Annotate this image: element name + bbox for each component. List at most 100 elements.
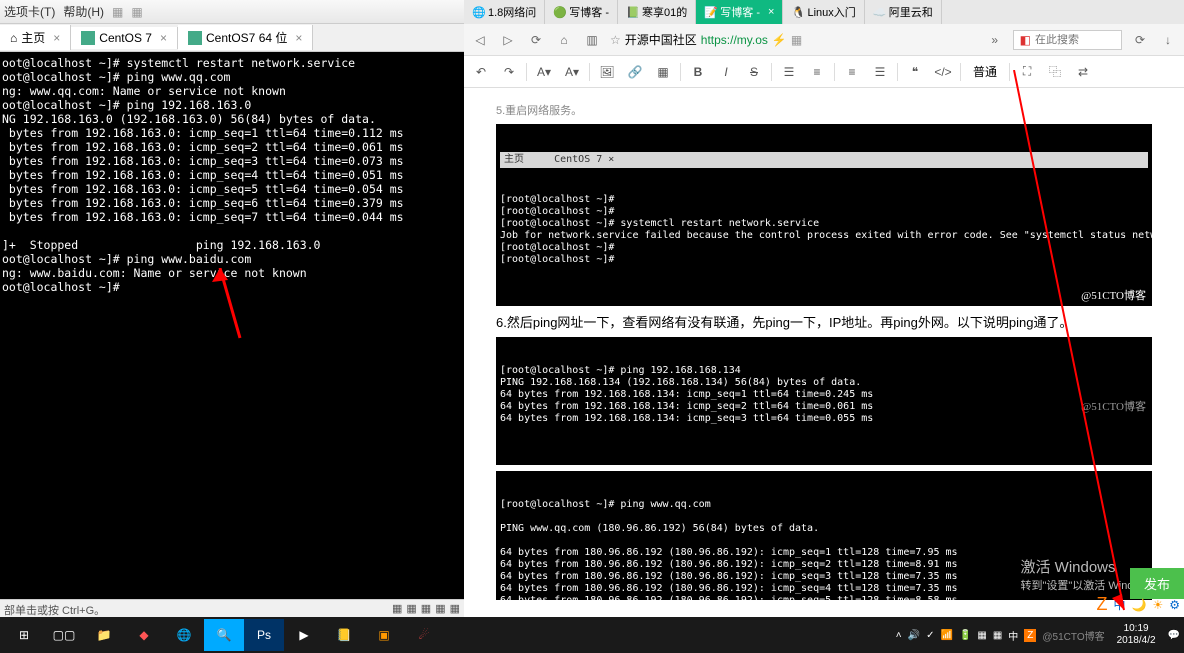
favicon-icon: 📝 — [704, 6, 716, 18]
copy-button[interactable]: ⿻ — [1044, 61, 1066, 83]
menu-disabled-icon: ▦ — [131, 5, 142, 19]
editor-content[interactable]: 5.重启网络服务。 主页 CentOS 7 × [root@localhost … — [464, 88, 1184, 600]
terminal-output[interactable]: oot@localhost ~]# systemctl restart netw… — [0, 52, 464, 600]
battery-icon[interactable]: 🔋 — [959, 630, 971, 641]
settings-icon[interactable]: ⚙ — [1169, 598, 1180, 612]
fullscreen-button[interactable]: ⛶ — [1016, 61, 1038, 83]
tray-icon[interactable]: ▦ — [977, 630, 986, 641]
editor-toolbar: ↶ ↷ A▾ A▾ 🖼 🔗 ▦ B I S ☰ ≡ ≡ ☰ ❝ </> 普通 ⛶… — [464, 56, 1184, 88]
home-button[interactable]: ⌂ — [554, 30, 574, 50]
status-bar: 部单击或按 Ctrl+G。 ▦ ▦ ▦ ▦ ▦ — [0, 599, 464, 617]
vm-icon[interactable]: ▣ — [364, 619, 404, 651]
menu-button[interactable]: ⟳ — [1130, 30, 1150, 50]
notes-icon[interactable]: 📒 — [324, 619, 364, 651]
media-icon[interactable]: ▶ — [284, 619, 324, 651]
status-icon[interactable]: ▦ — [450, 602, 460, 615]
status-icon[interactable]: ▦ — [406, 602, 416, 615]
red-arrow-annotation — [170, 268, 260, 358]
chrome-icon[interactable]: 🌐 — [164, 619, 204, 651]
system-tray: ˄ 🔊 ✓ 📶 🔋 ▦ ▦ 中 Z @51CTO博客 10:19 2018/4/… — [896, 623, 1180, 647]
align-button[interactable]: ☰ — [869, 61, 891, 83]
home-icon: ⌂ — [10, 31, 17, 45]
italic-button[interactable]: I — [715, 61, 737, 83]
browser-tab-strip: 🌐1.8网络问 🟢写博客 - 📗寒享01的 📝写博客 -× 🐧Linux入门 ☁… — [464, 0, 1184, 24]
qrcode-icon[interactable]: ▦ — [791, 33, 802, 47]
terminal-tab[interactable]: CentOS 7× — [71, 27, 178, 49]
favicon-icon: 🐧 — [791, 6, 803, 18]
url-field[interactable]: ☆ 开源中国社区 https://my.os ⚡ ▦ — [610, 31, 977, 48]
browser-icon[interactable]: 🔍 — [204, 619, 244, 651]
align-button[interactable]: ≡ — [841, 61, 863, 83]
tray-icon[interactable]: ✓ — [926, 630, 934, 641]
status-icon[interactable]: ▦ — [435, 602, 445, 615]
lightning-icon: ⚡ — [772, 33, 787, 47]
ime-icon[interactable]: 中 — [1008, 628, 1018, 643]
tray-chevron-icon[interactable]: ˄ — [896, 630, 902, 641]
bold-button[interactable]: B — [687, 61, 709, 83]
more-button[interactable]: ⇄ — [1072, 61, 1094, 83]
explorer-icon[interactable]: 📁 — [84, 619, 124, 651]
tray-app-icon[interactable]: Z — [1024, 629, 1036, 642]
browser-tab[interactable]: 🟢写博客 - — [545, 0, 618, 24]
close-icon[interactable]: × — [295, 31, 302, 45]
reader-button[interactable]: ▥ — [582, 30, 602, 50]
watermark-text: @51CTO博客 — [1042, 628, 1104, 643]
close-icon[interactable]: × — [768, 6, 774, 18]
editor-pane: ↶ ↷ A▾ A▾ 🖼 🔗 ▦ B I S ☰ ≡ ≡ ☰ ❝ </> 普通 ⛶… — [464, 56, 1184, 600]
status-icon[interactable]: ▦ — [392, 602, 402, 615]
close-icon[interactable]: × — [160, 31, 167, 45]
bg-color-button[interactable]: A▾ — [561, 61, 583, 83]
mode-dropdown[interactable]: 普通 — [967, 61, 1003, 82]
sun-icon[interactable]: ☀ — [1152, 598, 1163, 612]
ime-badge[interactable]: 中 — [1114, 596, 1126, 613]
clock[interactable]: 10:19 2018/4/2 — [1111, 623, 1162, 647]
menu-help[interactable]: 帮助(H) — [63, 3, 104, 20]
link-button[interactable]: 🔗 — [624, 61, 646, 83]
app-icon[interactable]: ☄ — [404, 619, 444, 651]
app-icon[interactable]: Z — [1097, 594, 1108, 615]
search-engine-icon[interactable]: ◧ — [1020, 33, 1031, 47]
browser-tab-active[interactable]: 📝写博客 -× — [696, 0, 783, 24]
star-icon[interactable]: ☆ — [610, 33, 621, 47]
terminal-tab[interactable]: CentOS7 64 位× — [178, 25, 313, 50]
browser-tab[interactable]: 📗寒享01的 — [618, 0, 696, 24]
float-sidebar: Z 中 🌙 ☀ ⚙ — [1097, 594, 1181, 615]
wifi-icon[interactable]: 📶 — [940, 630, 952, 641]
status-icon[interactable]: ▦ — [421, 602, 431, 615]
table-button[interactable]: ▦ — [652, 61, 674, 83]
status-text: 部单击或按 Ctrl+G。 — [4, 602, 105, 615]
search-input[interactable] — [1035, 34, 1115, 46]
dingtalk-icon[interactable]: ◆ — [124, 619, 164, 651]
moon-icon[interactable]: 🌙 — [1132, 598, 1147, 612]
quote-button[interactable]: ❝ — [904, 61, 926, 83]
strike-button[interactable]: S — [743, 61, 765, 83]
volume-icon[interactable]: 🔊 — [908, 630, 920, 641]
menu-options[interactable]: 选项卡(T) — [4, 3, 55, 20]
back-button[interactable]: ◁ — [470, 30, 490, 50]
photoshop-icon[interactable]: Ps — [244, 619, 284, 651]
download-button[interactable]: ↓ — [1158, 30, 1178, 50]
url-label: 开源中国社区 — [625, 31, 697, 48]
terminal-tab-home[interactable]: ⌂主页× — [0, 25, 71, 50]
font-color-button[interactable]: A▾ — [533, 61, 555, 83]
search-box[interactable]: ◧ — [1013, 30, 1122, 50]
tray-icon[interactable]: ▦ — [993, 630, 1002, 641]
code-button[interactable]: </> — [932, 61, 954, 83]
browser-tab[interactable]: 🌐1.8网络问 — [464, 0, 545, 24]
notifications-icon[interactable]: 💬 — [1168, 630, 1180, 641]
extension-button[interactable]: » — [985, 30, 1005, 50]
olist-button[interactable]: ≡ — [806, 61, 828, 83]
browser-tab[interactable]: ☁️阿里云和 — [865, 0, 942, 24]
task-view-button[interactable]: ▢▢ — [44, 619, 84, 651]
undo-button[interactable]: ↶ — [470, 61, 492, 83]
refresh-button[interactable]: ⟳ — [526, 30, 546, 50]
close-icon[interactable]: × — [53, 31, 60, 45]
list-button[interactable]: ☰ — [778, 61, 800, 83]
start-button[interactable]: ⊞ — [4, 619, 44, 651]
image-button[interactable]: 🖼 — [596, 61, 618, 83]
forward-button[interactable]: ▷ — [498, 30, 518, 50]
redo-button[interactable]: ↷ — [498, 61, 520, 83]
embedded-screenshot: [root@localhost ~]# ping 192.168.168.134… — [496, 337, 1152, 465]
browser-tab[interactable]: 🐧Linux入门 — [783, 0, 864, 24]
terminal-tabs: ⌂主页× CentOS 7× CentOS7 64 位× — [0, 24, 464, 52]
